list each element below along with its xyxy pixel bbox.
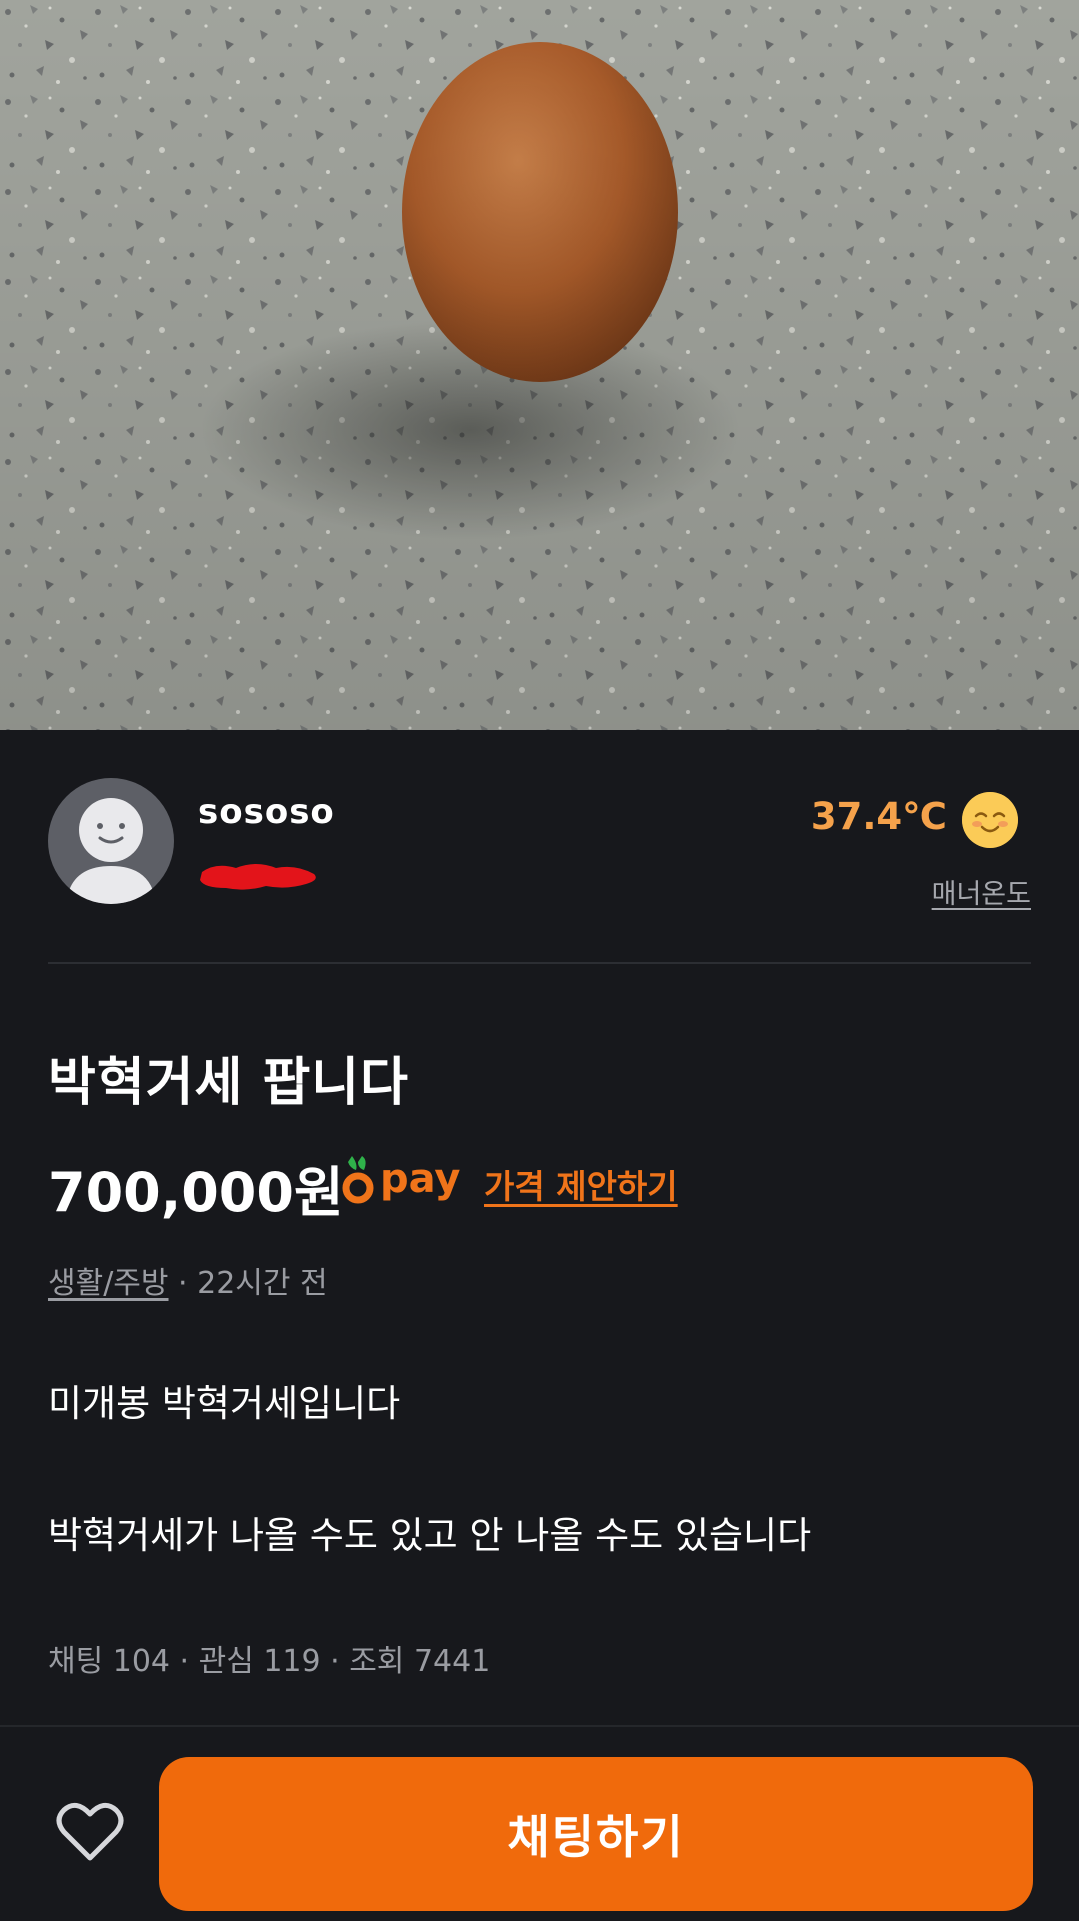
carrot-icon: [342, 1156, 374, 1204]
listing-meta: 생활/주방 · 22시간 전: [48, 1258, 328, 1302]
smiling-face-icon: [962, 792, 1018, 848]
default-profile-icon[interactable]: [48, 778, 174, 904]
listing-stats: 채팅 104 · 관심 119 · 조회 7441: [48, 1644, 491, 1679]
listing-title: 박혁거세 팝니다: [48, 1053, 409, 1113]
description-line: 미개봉 박혁거세입니다: [48, 1382, 401, 1425]
manner-temperature: 37.4℃: [810, 795, 947, 838]
seller-profile[interactable]: sososo 37.4℃ 매너온도: [0, 730, 1079, 963]
redaction-mark: [200, 864, 316, 890]
product-image[interactable]: [0, 0, 1079, 730]
price-offer-link[interactable]: 가격 제안하기: [484, 1160, 678, 1208]
seller-name[interactable]: sososo: [198, 792, 335, 832]
posted-time: · 22시간 전: [168, 1266, 328, 1301]
price-row: 700,000원 pay 가격 제안하기: [48, 1148, 1048, 1224]
chat-button[interactable]: 채팅하기: [159, 1757, 1033, 1911]
description-line: 박혁거세가 나올 수도 있고 안 나올 수도 있습니다: [48, 1514, 812, 1557]
heart-outline-icon[interactable]: [56, 1800, 124, 1864]
divider: [48, 962, 1031, 964]
manner-temperature-link[interactable]: 매너온도: [932, 872, 1031, 911]
listing-price: 700,000원: [48, 1161, 344, 1224]
egg-photo: [0, 0, 1079, 730]
category-link[interactable]: 생활/주방: [48, 1266, 169, 1301]
bottom-bar-divider: [0, 1725, 1079, 1727]
pay-label: pay: [380, 1156, 461, 1202]
